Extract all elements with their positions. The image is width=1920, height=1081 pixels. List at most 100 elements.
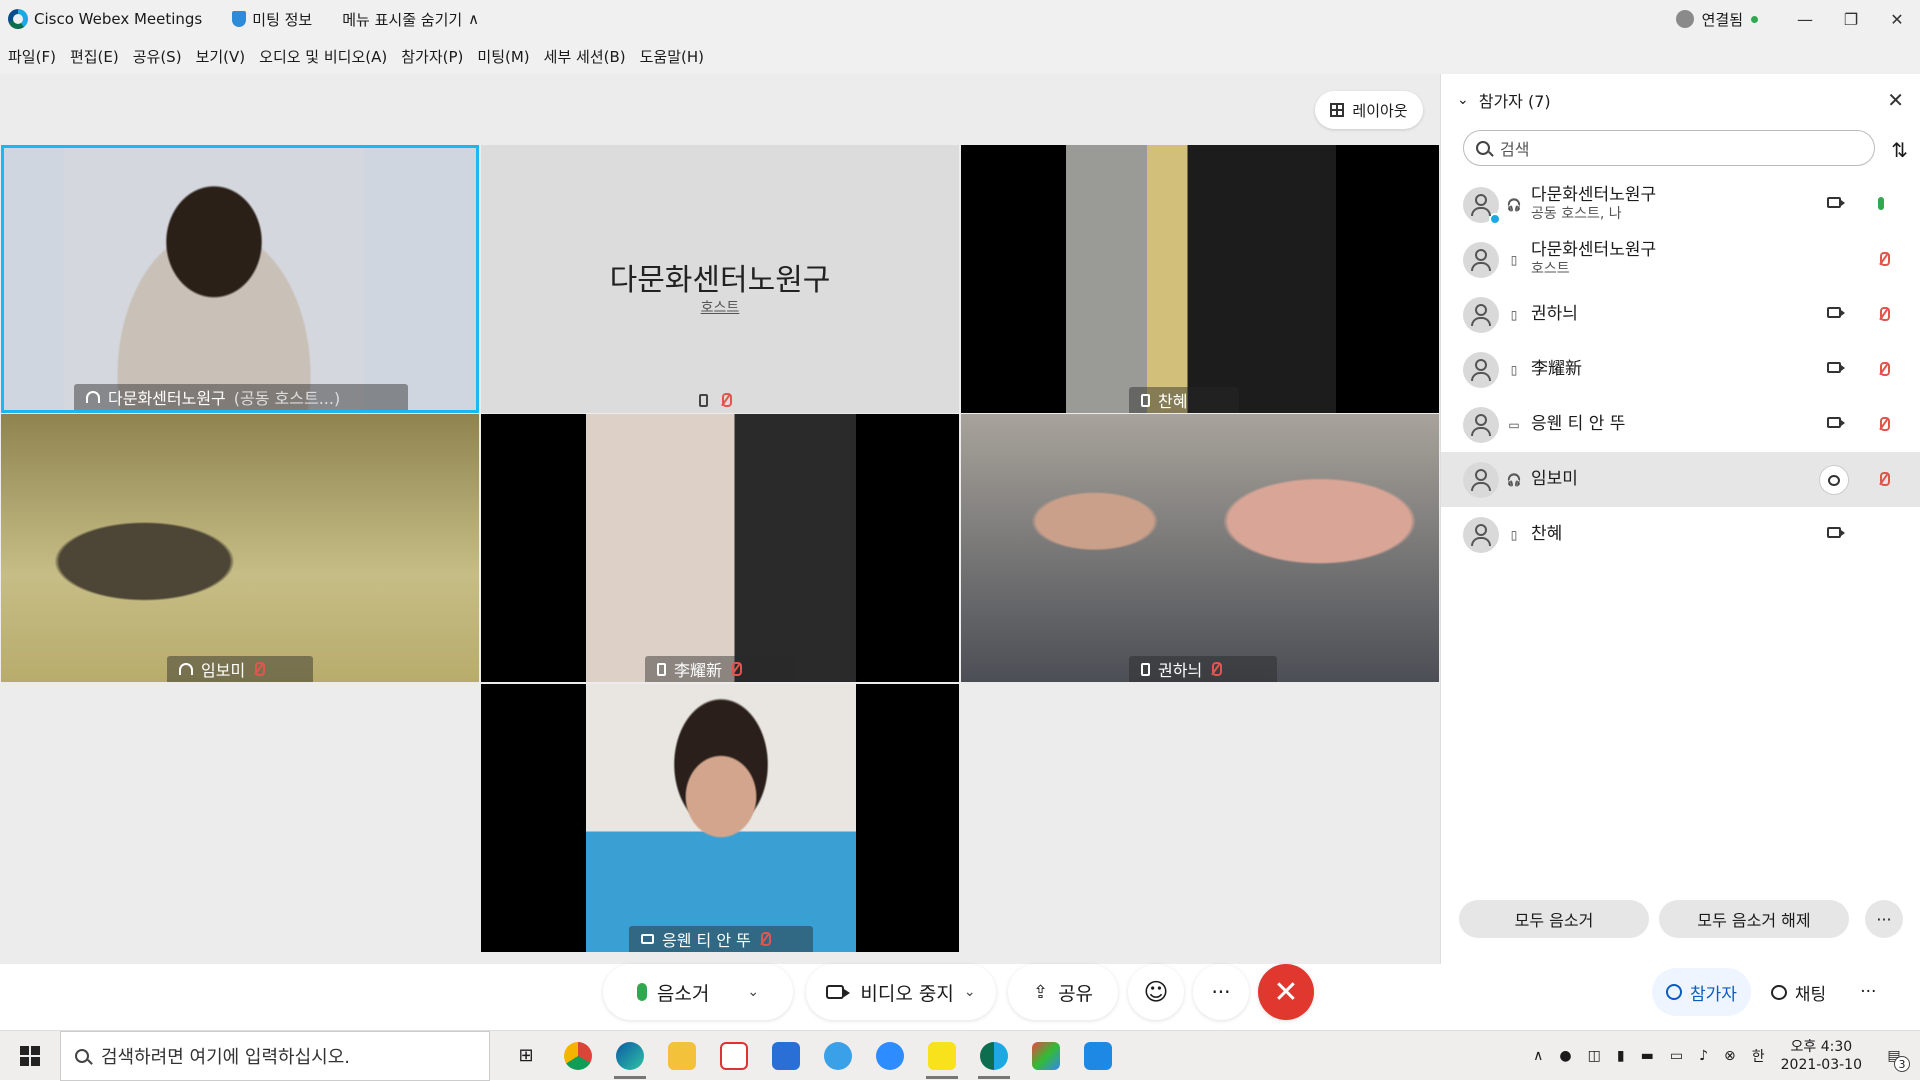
- panel-more-button[interactable]: ···: [1865, 900, 1903, 938]
- tab-more[interactable]: ···: [1846, 968, 1890, 1016]
- mute-button[interactable]: 음소거 ⌄: [603, 964, 793, 1020]
- ime-indicator[interactable]: 한: [1752, 1046, 1765, 1066]
- mic-off-icon: [1878, 307, 1890, 321]
- app-name: Cisco Webex Meetings: [34, 10, 203, 28]
- mic-off-icon: [1878, 362, 1890, 376]
- microphone-tray-icon[interactable]: ▮: [1617, 1048, 1625, 1064]
- taskbar-search-input[interactable]: 검색하려면 여기에 입력하십시오.: [60, 1030, 490, 1081]
- participant-row[interactable]: ▭ 응웬 티 안 뚜: [1441, 397, 1920, 452]
- chevron-up-icon[interactable]: ∧: [1533, 1048, 1543, 1064]
- sort-icon[interactable]: ⇅: [1891, 138, 1908, 162]
- stop-video-button[interactable]: 비디오 중지 ⌄: [806, 964, 996, 1020]
- video-tile-self[interactable]: 다문화센터노원구 (공동 호스트...): [1, 145, 479, 413]
- menu-breakout[interactable]: 세부 세션(B): [544, 46, 626, 67]
- volume-icon[interactable]: ♪: [1699, 1048, 1708, 1064]
- tab-participants[interactable]: 참가자: [1652, 968, 1751, 1016]
- search-icon: [1476, 141, 1490, 155]
- menu-help[interactable]: 도움말(H): [640, 46, 704, 67]
- video-tile-kwonhanui[interactable]: 권하늬: [961, 414, 1439, 682]
- end-meeting-button[interactable]: ✕: [1258, 964, 1314, 1020]
- tile-name-bar: 李耀新: [645, 656, 795, 682]
- video-tile-nguyen[interactable]: 응웬 티 안 뚜: [481, 684, 959, 952]
- participant-search-input[interactable]: 검색: [1463, 130, 1875, 166]
- participant-row[interactable]: ▯ 찬혜: [1441, 507, 1920, 562]
- clock-time: 오후 4:30: [1790, 1039, 1853, 1055]
- video-tile-li-yaoxin[interactable]: 李耀新: [481, 414, 959, 682]
- meeting-info-button[interactable]: 미팅 정보: [232, 0, 312, 38]
- collapse-chevron-icon[interactable]: ⌄: [1457, 92, 1469, 108]
- close-button[interactable]: ✕: [1874, 0, 1920, 38]
- participant-row[interactable]: ▯ 권하늬: [1441, 287, 1920, 342]
- layout-button[interactable]: 레이아웃: [1315, 91, 1423, 129]
- camera-icon: [826, 985, 851, 999]
- headset-icon: [86, 391, 100, 403]
- avatar: [1463, 296, 1499, 333]
- task-view-icon[interactable]: ⊞: [500, 1031, 552, 1081]
- clock[interactable]: 오후 4:30 2021-03-10: [1781, 1038, 1862, 1074]
- edge-icon[interactable]: [604, 1031, 656, 1081]
- chevron-down-icon[interactable]: ⌄: [747, 984, 759, 1000]
- chat-tray-icon[interactable]: ●: [1559, 1048, 1571, 1064]
- chrome-icon[interactable]: [552, 1031, 604, 1081]
- participant-row[interactable]: 🎧 다문화센터노원구 공동 호스트, 나: [1441, 177, 1920, 232]
- participant-row-hovered[interactable]: 🎧 임보미: [1441, 452, 1920, 507]
- chevron-down-icon[interactable]: ⌄: [964, 984, 976, 1000]
- avatar: [1463, 186, 1501, 225]
- zoom-icon[interactable]: [864, 1031, 916, 1081]
- mic-off-icon: [720, 393, 732, 407]
- participant-row[interactable]: ▯ 다문화센터노원구 호스트: [1441, 232, 1920, 287]
- video-tile-host[interactable]: 다문화센터노원구 호스트: [481, 145, 959, 413]
- people-icon: [1666, 984, 1682, 1000]
- unmute-all-button[interactable]: 모두 음소거 해제: [1659, 900, 1849, 938]
- video-tile-chanhye[interactable]: 찬혜: [961, 145, 1439, 413]
- participant-role: 호스트: [1531, 260, 1570, 277]
- mute-circle-icon[interactable]: ⊗: [1724, 1048, 1736, 1064]
- start-button[interactable]: [0, 1031, 60, 1081]
- menu-share[interactable]: 공유(S): [133, 46, 182, 67]
- reactions-button[interactable]: ☺: [1128, 964, 1184, 1020]
- mute-label: 음소거: [656, 982, 710, 1005]
- menu-participants[interactable]: 참가자(P): [401, 46, 463, 67]
- menu-edit[interactable]: 편집(E): [70, 46, 119, 67]
- menu-view[interactable]: 보기(V): [196, 46, 246, 67]
- panel-close-button[interactable]: ✕: [1887, 88, 1904, 112]
- window-controls: — ❐ ✕: [1782, 0, 1920, 38]
- mail-icon[interactable]: [760, 1031, 812, 1081]
- mic-off-icon: [1878, 252, 1890, 266]
- minimize-button[interactable]: —: [1782, 0, 1828, 38]
- battery-icon[interactable]: ▬: [1641, 1048, 1654, 1064]
- connection-status[interactable]: 연결됨: [1675, 0, 1758, 38]
- menu-meeting[interactable]: 미팅(M): [477, 46, 529, 67]
- avatar: [1463, 516, 1499, 553]
- restore-button[interactable]: ❐: [1828, 0, 1874, 38]
- private-chat-button[interactable]: [1819, 465, 1849, 495]
- app-icon[interactable]: [1020, 1031, 1072, 1081]
- internet-explorer-icon[interactable]: [812, 1031, 864, 1081]
- shield-icon: [232, 11, 247, 27]
- menu-audio-video[interactable]: 오디오 및 비디오(A): [259, 46, 387, 67]
- tab-chat[interactable]: 채팅: [1757, 968, 1840, 1016]
- notification-count: 3: [1894, 1056, 1910, 1072]
- video-tile-imbomi[interactable]: 임보미: [1, 414, 479, 682]
- network-icon[interactable]: ▭: [1670, 1048, 1683, 1064]
- webex-taskbar-icon[interactable]: [968, 1031, 1020, 1081]
- mic-off-icon: [759, 932, 771, 946]
- participant-row[interactable]: ▯ 李耀新: [1441, 342, 1920, 397]
- file-explorer-icon[interactable]: [656, 1031, 708, 1081]
- kakaotalk-icon[interactable]: [916, 1031, 968, 1081]
- hide-menu-button[interactable]: 메뉴 표시줄 숨기기 ∧: [342, 0, 479, 38]
- menu-file[interactable]: 파일(F): [8, 46, 56, 67]
- notification-center-button[interactable]: ▤ 3: [1878, 1040, 1910, 1072]
- webcam-icon[interactable]: ◫: [1588, 1048, 1601, 1064]
- share-icon: ⇪: [1032, 981, 1049, 1003]
- headset-icon: 🎧: [1506, 197, 1522, 212]
- sync-app-icon[interactable]: [708, 1031, 760, 1081]
- share-button[interactable]: ⇪ 공유: [1008, 964, 1118, 1020]
- mute-all-button[interactable]: 모두 음소거: [1459, 900, 1649, 938]
- search-icon: [75, 1048, 89, 1063]
- korean-app-icon[interactable]: [1072, 1031, 1124, 1081]
- more-options-button[interactable]: ···: [1193, 964, 1249, 1020]
- tab-chat-label: 채팅: [1794, 984, 1827, 1005]
- mic-off-icon: [1878, 472, 1890, 486]
- headset-icon: 🎧: [1506, 472, 1522, 487]
